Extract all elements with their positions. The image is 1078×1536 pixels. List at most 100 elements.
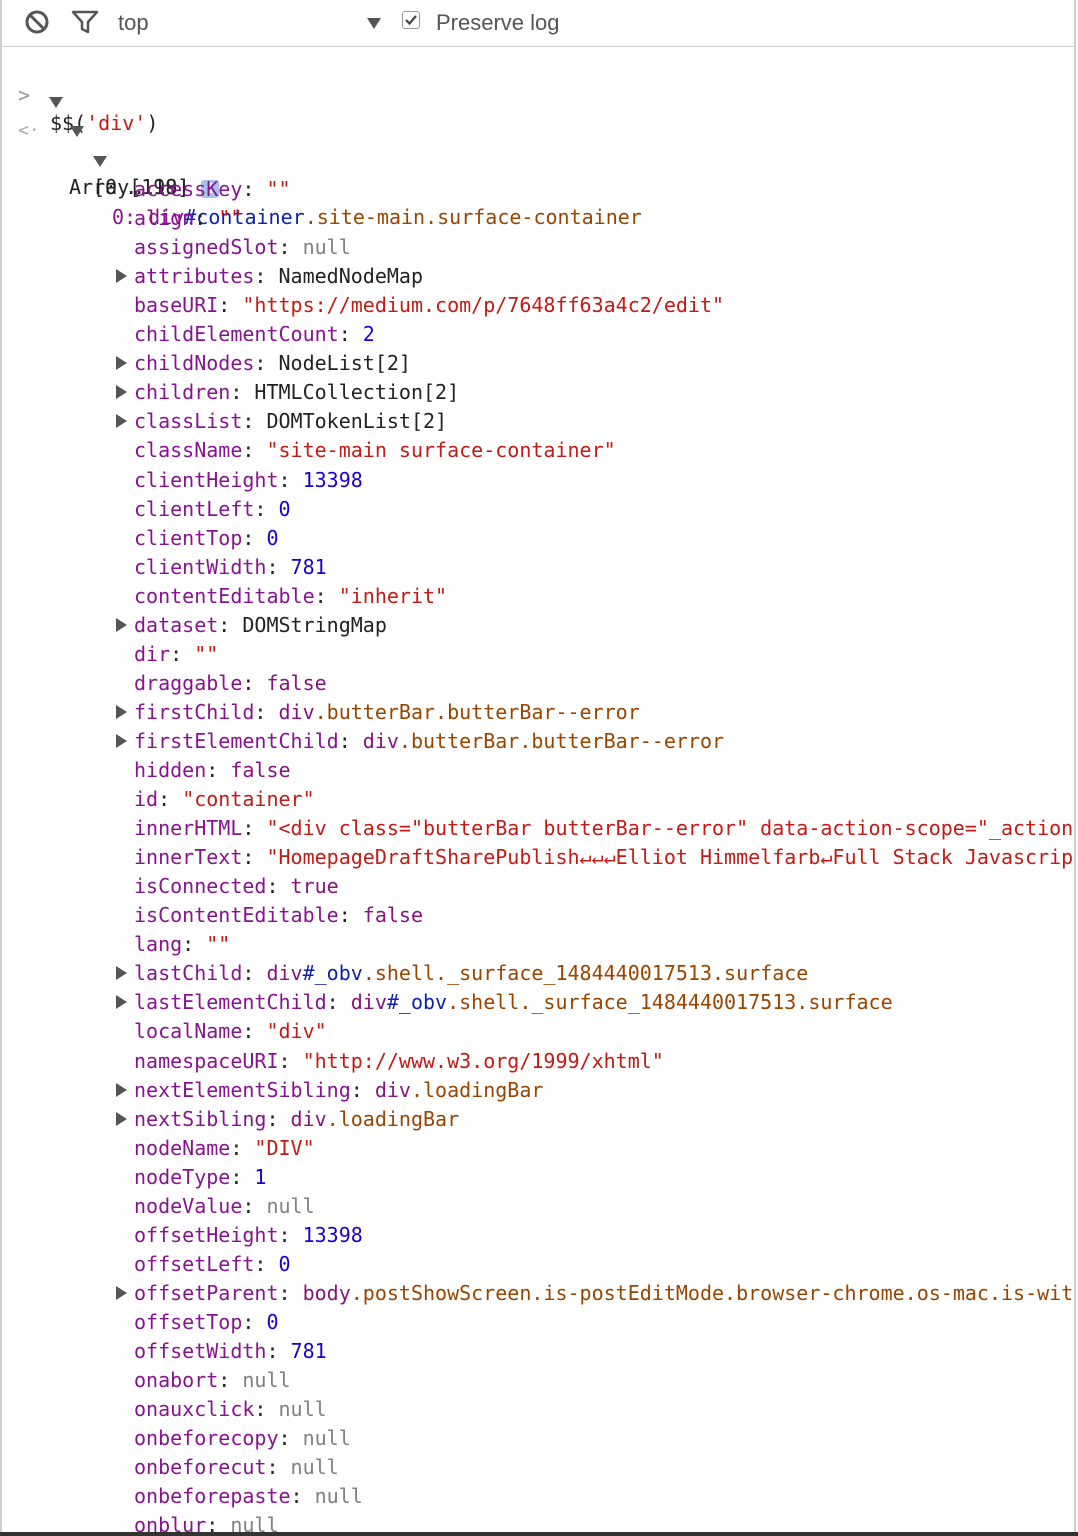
expand-triangle-icon[interactable] xyxy=(116,734,127,748)
property-row-namespaceURI: namespaceURI: "http://www.w3.org/1999/xh… xyxy=(2,1047,1074,1075)
property-row-onbeforecopy: onbeforecopy: null xyxy=(2,1424,1074,1452)
property-value: null xyxy=(266,1194,315,1218)
property-value: null xyxy=(290,1455,339,1479)
property-key: offsetParent xyxy=(134,1281,279,1305)
property-colon: : xyxy=(242,845,267,869)
property-row-lastChild[interactable]: lastChild: div#_obv.shell._surface_14844… xyxy=(2,959,1074,987)
property-key: childElementCount xyxy=(134,322,339,346)
property-row-childNodes[interactable]: childNodes: NodeList[2] xyxy=(2,349,1074,377)
property-key: clientWidth xyxy=(134,555,267,579)
property-colon: : xyxy=(242,1194,267,1218)
chevron-down-icon[interactable] xyxy=(364,13,384,33)
property-key: lang xyxy=(134,932,183,956)
property-colon: : xyxy=(242,1019,267,1043)
property-colon: : xyxy=(254,497,279,521)
property-value: 13398 xyxy=(302,1223,363,1247)
expand-triangle-icon[interactable] xyxy=(49,97,63,108)
property-colon: : xyxy=(338,729,363,753)
expand-triangle-icon[interactable] xyxy=(70,126,84,137)
property-row-lastElementChild[interactable]: lastElementChild: div#_obv.shell._surfac… xyxy=(2,988,1074,1016)
context-selector[interactable]: top xyxy=(118,10,149,36)
expand-triangle-icon[interactable] xyxy=(116,356,127,370)
property-row-classList[interactable]: classList: DOMTokenList[2] xyxy=(2,407,1074,435)
property-colon: : xyxy=(338,322,363,346)
property: dir: "" xyxy=(134,640,218,668)
property-row-clientTop: clientTop: 0 xyxy=(2,524,1074,552)
expand-triangle-icon[interactable] xyxy=(116,618,127,632)
property-key: isContentEditable xyxy=(134,903,339,927)
property-key: classList xyxy=(134,409,243,433)
property-colon: : xyxy=(338,903,363,927)
expand-triangle-icon[interactable] xyxy=(93,156,107,167)
property-row-isContentEditable: isContentEditable: false xyxy=(2,901,1074,929)
property-colon: : xyxy=(266,874,291,898)
filter-icon[interactable] xyxy=(71,9,99,40)
property-row-offsetHeight: offsetHeight: 13398 xyxy=(2,1221,1074,1249)
property-colon: : xyxy=(218,613,243,637)
property-key: offsetTop xyxy=(134,1310,243,1334)
property: lastChild: div#_obv.shell._surface_14844… xyxy=(134,959,808,987)
property-value: false xyxy=(362,903,424,927)
property-colon: : xyxy=(278,1223,303,1247)
preserve-log-checkbox[interactable] xyxy=(402,11,420,29)
expand-triangle-icon[interactable] xyxy=(116,1083,127,1097)
expand-triangle-icon[interactable] xyxy=(116,385,127,399)
property-row-dataset[interactable]: dataset: DOMStringMap xyxy=(2,611,1074,639)
preserve-log-label[interactable]: Preserve log xyxy=(436,10,560,36)
expand-triangle-icon[interactable] xyxy=(116,995,127,1009)
property-row-offsetWidth: offsetWidth: 781 xyxy=(2,1337,1074,1365)
property-colon: : xyxy=(206,1513,231,1532)
property-colon: : xyxy=(254,1397,279,1421)
property-row-nextSibling[interactable]: nextSibling: div.loadingBar xyxy=(2,1105,1074,1133)
property-row-firstElementChild[interactable]: firstElementChild: div.butterBar.butterB… xyxy=(2,727,1074,755)
clear-console-icon[interactable] xyxy=(24,9,50,40)
property-key: onbeforecut xyxy=(134,1455,267,1479)
property-key: onbeforepaste xyxy=(134,1484,291,1508)
property: classList: DOMTokenList[2] xyxy=(134,407,447,435)
property-colon: : xyxy=(350,1078,375,1102)
element-tag: div xyxy=(290,1107,327,1131)
property-row-nodeType: nodeType: 1 xyxy=(2,1163,1074,1191)
property-row-assignedSlot: assignedSlot: null xyxy=(2,233,1074,261)
property-key: localName xyxy=(134,1019,243,1043)
property-value: "site-main surface-container" xyxy=(266,438,616,462)
property-row-nextElementSibling[interactable]: nextElementSibling: div.loadingBar xyxy=(2,1076,1074,1104)
property: dataset: DOMStringMap xyxy=(134,611,387,639)
property-row-contentEditable: contentEditable: "inherit" xyxy=(2,582,1074,610)
property-colon: : xyxy=(218,1368,243,1392)
property-row-nodeName: nodeName: "DIV" xyxy=(2,1134,1074,1162)
property: onauxclick: null xyxy=(134,1395,327,1423)
property-row-firstChild[interactable]: firstChild: div.butterBar.butterBar--err… xyxy=(2,698,1074,726)
expand-triangle-icon[interactable] xyxy=(116,414,127,428)
property-value: "container" xyxy=(182,787,315,811)
element-tag: div xyxy=(350,990,387,1014)
expand-triangle-icon[interactable] xyxy=(116,966,127,980)
property-key: contentEditable xyxy=(134,584,315,608)
element-classes: .postShowScreen.is-postEditMode.browser-… xyxy=(350,1281,1076,1305)
property-colon: : xyxy=(206,758,231,782)
property-key: className xyxy=(134,438,243,462)
property-colon: : xyxy=(254,1252,279,1276)
expand-triangle-icon[interactable] xyxy=(116,705,127,719)
property-key: nodeValue xyxy=(134,1194,243,1218)
property-row-align: align: "" xyxy=(2,204,1074,232)
property-value: 0 xyxy=(278,497,291,521)
property-value: "" xyxy=(194,642,219,666)
expand-triangle-icon[interactable] xyxy=(116,1112,127,1126)
property-value: DOMTokenList[2] xyxy=(266,409,448,433)
property-row-attributes[interactable]: attributes: NamedNodeMap xyxy=(2,262,1074,290)
property-row-onblur: onblur: null xyxy=(2,1511,1074,1532)
expand-triangle-icon[interactable] xyxy=(116,1286,127,1300)
expand-triangle-icon[interactable] xyxy=(116,269,127,283)
property-row-offsetParent[interactable]: offsetParent: body.postShowScreen.is-pos… xyxy=(2,1279,1076,1307)
property-colon: : xyxy=(278,468,303,492)
property: align: "" xyxy=(134,204,242,232)
property-row-children[interactable]: children: HTMLCollection[2] xyxy=(2,378,1074,406)
property: hidden: false xyxy=(134,756,291,784)
property-value: true xyxy=(290,874,339,898)
element-tag: div xyxy=(362,729,399,753)
property-key: firstChild xyxy=(134,700,255,724)
element-tag: div xyxy=(278,700,315,724)
element-id: #_obv xyxy=(386,990,448,1014)
devtools-console-panel: top Preserve log > $$('div') <· Array[11… xyxy=(0,0,1076,1532)
